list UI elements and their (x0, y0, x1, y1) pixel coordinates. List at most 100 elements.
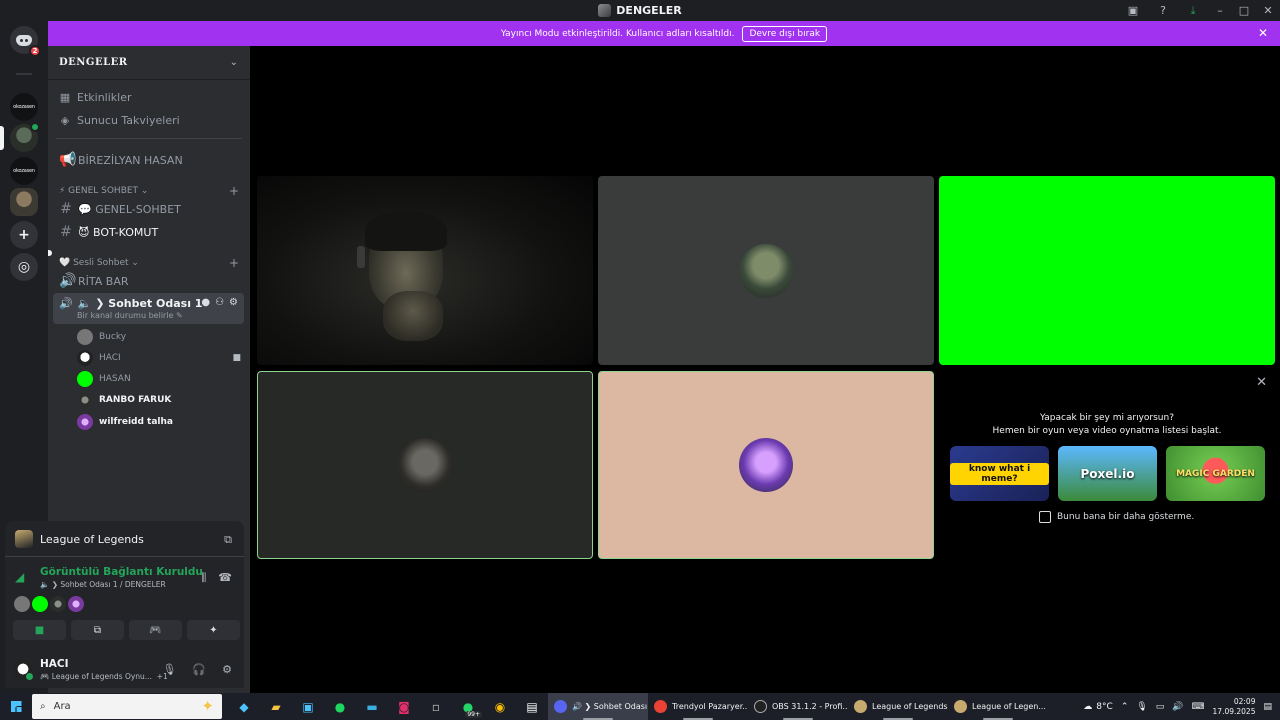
disconnect-icon[interactable]: ☎ (218, 571, 232, 585)
channel-status[interactable]: Bir kanal durumu belirle ✎ (77, 311, 183, 320)
server-icon-3[interactable] (10, 188, 38, 216)
app-icon[interactable]: ▬ (356, 693, 388, 720)
activity-card[interactable]: MAGIC GARDEN (1166, 446, 1265, 501)
server-name: DENGELER (59, 57, 128, 68)
voice-member[interactable]: RANBO FARUK (77, 392, 241, 408)
taskbar-app-lol-2[interactable]: League of Legen... (948, 693, 1048, 720)
spotify-icon[interactable]: ● (324, 693, 356, 720)
dont-show-again-checkbox[interactable]: Bunu bana bir daha gösterme. (1039, 511, 1194, 523)
voice-member[interactable]: HACI ■ (77, 350, 241, 366)
microphone-icon[interactable]: 🎙 (162, 663, 176, 676)
chat-bubble-icon[interactable]: ● (201, 297, 210, 308)
avatar[interactable] (50, 596, 66, 612)
current-activity[interactable]: League of Legends (15, 530, 144, 548)
close-window-button[interactable]: ✕ (1256, 0, 1280, 21)
connection-location[interactable]: 🔈 ❯ Sohbet Odası 1 / DENGELER (40, 580, 166, 589)
screen-share-icon[interactable]: ⧉ (224, 533, 232, 547)
share-screen-button[interactable]: ⧉ (71, 620, 124, 640)
video-tile-green[interactable] (939, 176, 1275, 365)
maximize-button[interactable]: □ (1232, 0, 1256, 21)
volume-icon[interactable]: 🔊 (1172, 702, 1183, 712)
text-channel-bot-komut[interactable]: # 😈 BOT-KOMUT (59, 224, 158, 240)
taskbar-app-discord[interactable]: 🔊 ❯ Sohbet Odası ... (548, 693, 648, 720)
voice-channel-sohbet-odasi-1[interactable]: 🔊 🔈 ❯ Sohbet Odası 1 Bir kanal durumu be… (53, 293, 244, 324)
invite-icon[interactable]: ⚇ (215, 297, 224, 308)
close-icon[interactable]: ✕ (1258, 26, 1268, 40)
voice-channel-rita-bar[interactable]: 🔊 RİTA BAR (59, 273, 129, 289)
inbox-icon[interactable]: ▣ (1118, 0, 1148, 21)
network-icon[interactable]: ▭ (1156, 702, 1165, 712)
instagram-icon[interactable]: ◙ (388, 693, 420, 720)
category-sesli-sohbet[interactable]: 🤍 Sesli Sohbet ⌄ + (59, 256, 239, 270)
copilot-icon[interactable]: ◆ (228, 693, 260, 720)
app-icon[interactable]: ▫ (420, 693, 452, 720)
server-icon-1[interactable]: okozasen (10, 93, 38, 121)
channel-label: 😈 BOT-KOMUT (78, 225, 159, 239)
video-tile-speaking[interactable] (598, 371, 934, 559)
nav-server-boosts[interactable]: ◈ Sunucu Takviyeleri (59, 114, 180, 127)
voice-member[interactable]: Bucky (77, 329, 241, 345)
taskbar-app-label: League of Legen... (972, 702, 1046, 711)
clock[interactable]: 02:09 17.09.2025 (1213, 697, 1256, 717)
user-name[interactable]: HACI (40, 658, 69, 670)
banner-text: Yayıncı Modu etkinleştirildi. Kullanıcı … (500, 28, 735, 39)
avatar (739, 243, 793, 298)
voice-member[interactable]: HASAN (77, 371, 241, 387)
avatar[interactable] (68, 596, 84, 612)
microphone-icon[interactable]: 🎙 (1136, 702, 1147, 712)
text-channel-genel-sohbet[interactable]: # 💬 GENEL-SOHBET (59, 201, 181, 217)
video-tile-camera[interactable] (257, 176, 593, 365)
keyboard-icon[interactable]: ⌨ (1192, 702, 1205, 712)
nav-events[interactable]: ▦ Etkinlikler (59, 91, 132, 104)
stage-channel[interactable]: 📢 BİREZİLYAN HASAN (59, 152, 183, 168)
server-icon-dengeler[interactable] (10, 122, 40, 152)
whatsapp-icon[interactable]: ● 99+ (452, 693, 484, 720)
checkbox-icon[interactable] (1039, 511, 1051, 523)
soundboard-button[interactable]: ✦ (187, 620, 240, 640)
notifications-icon[interactable]: ▤ (1263, 702, 1272, 712)
close-icon[interactable]: ✕ (1256, 375, 1267, 390)
server-header[interactable]: DENGELER ⌄ (48, 46, 250, 80)
avatar[interactable] (13, 660, 34, 681)
chrome-icon[interactable]: ◉ (484, 693, 516, 720)
activity-card[interactable]: Poxel.io (1058, 446, 1157, 501)
category-genel-sohbet[interactable]: ⚡ GENEL SOHBET ⌄ + (59, 184, 239, 198)
store-icon[interactable]: ▣ (292, 693, 324, 720)
gear-icon[interactable]: ⚙ (222, 663, 232, 676)
activities-button[interactable]: 🎮 (129, 620, 182, 640)
video-tile-speaking[interactable] (257, 371, 593, 559)
discover-compass-icon[interactable]: ◎ (10, 253, 38, 281)
disable-streamer-mode-button[interactable]: Devre dışı bırak (742, 25, 828, 42)
gear-icon[interactable]: ⚙ (229, 297, 238, 308)
minimize-button[interactable]: – (1208, 0, 1232, 21)
epic-games-icon[interactable]: ▤ (516, 693, 548, 720)
start-button[interactable] (0, 693, 32, 720)
add-channel-icon[interactable]: + (229, 184, 239, 198)
activity-card[interactable]: know what i meme? (950, 446, 1049, 501)
avatar[interactable] (32, 596, 48, 612)
headphones-icon[interactable]: 🎧 (192, 663, 206, 676)
download-icon[interactable]: ⤓ (1178, 0, 1208, 21)
connection-status[interactable]: Görüntülü Bağlantı Kuruldu (40, 566, 203, 578)
camera-toggle-button[interactable]: ■ (13, 620, 66, 640)
add-channel-icon[interactable]: + (229, 256, 239, 270)
add-server-button[interactable]: + (10, 221, 38, 249)
help-icon[interactable]: ? (1148, 0, 1178, 21)
taskbar-app-obs[interactable]: OBS 31.1.2 - Profi... (748, 693, 848, 720)
nav-events-label: Etkinlikler (77, 91, 132, 104)
avatar[interactable] (14, 596, 30, 612)
member-name: HASAN (99, 374, 131, 384)
voice-member[interactable]: wilfreidd talha (77, 414, 241, 430)
noise-suppression-icon[interactable]: ⫼ (201, 571, 206, 585)
checkbox-label: Bunu bana bir daha gösterme. (1057, 512, 1195, 522)
chevron-up-icon[interactable]: ⌃ (1121, 702, 1129, 712)
taskbar-search[interactable]: ⌕ Ara ✦ (32, 694, 222, 719)
file-explorer-icon[interactable]: ▰ (260, 693, 292, 720)
taskbar-app-label: League of Legends (872, 702, 948, 711)
taskbar-app-chrome[interactable]: Trendyol Pazaryer... (648, 693, 748, 720)
video-tile-participant[interactable] (598, 176, 934, 365)
home-button[interactable]: 2 (10, 26, 41, 57)
server-icon-2[interactable]: okozasen (10, 157, 38, 185)
taskbar-app-lol[interactable]: League of Legends (848, 693, 948, 720)
weather-widget[interactable]: ☁ 8°C (1083, 702, 1113, 712)
